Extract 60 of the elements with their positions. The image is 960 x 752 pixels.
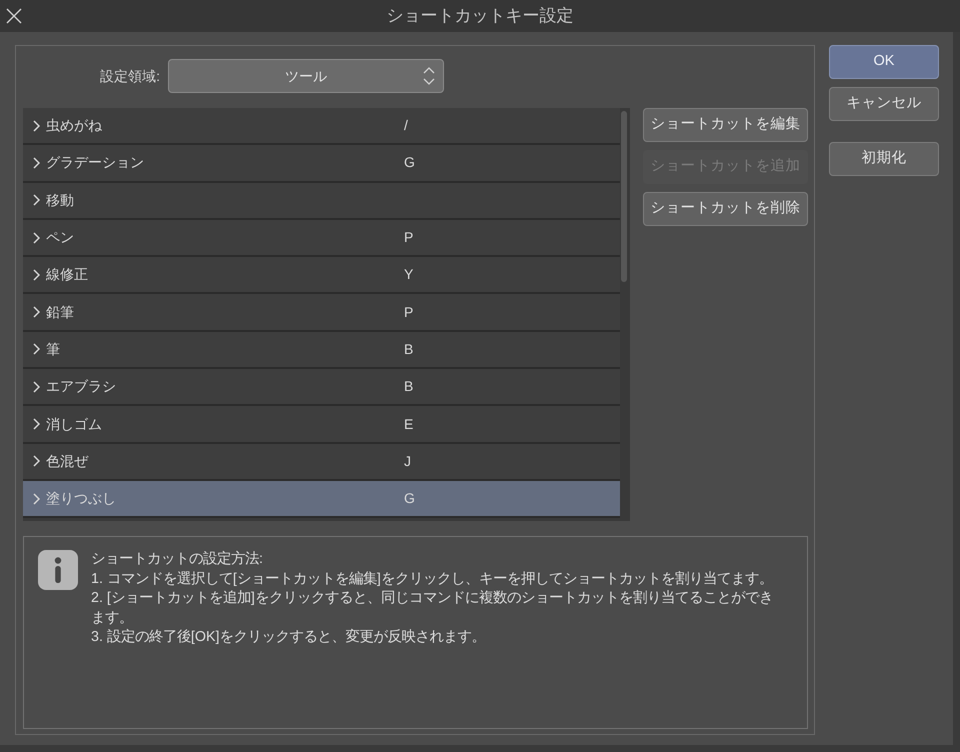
shortcut-action-button[interactable]: ショートカットを削除	[643, 192, 808, 226]
chevron-icon[interactable]	[33, 380, 40, 393]
command-row[interactable]: 色混ぜ J	[23, 444, 620, 481]
shortcut-key: J	[404, 450, 411, 472]
command-name: ペン	[46, 228, 75, 248]
command-row[interactable]: 消しゴム E	[23, 406, 620, 444]
shortcut-key: G	[404, 152, 415, 174]
info-heading: ショートカットの設定方法:	[91, 550, 264, 569]
command-row[interactable]: 虫めがね /	[23, 108, 620, 146]
chevron-icon[interactable]	[33, 194, 40, 206]
command-name: 消しゴム	[46, 414, 103, 434]
window-title: ショートカットキー設定	[386, 6, 574, 26]
close-button[interactable]	[5, 7, 23, 25]
command-name: 移動	[46, 190, 75, 210]
command-row[interactable]: 筆 B	[23, 332, 620, 370]
command-row[interactable]: ペン P	[23, 220, 620, 258]
shortcut-key: B	[404, 376, 414, 398]
ok-button[interactable]: OK	[829, 45, 939, 79]
shortcut-key: E	[404, 414, 414, 435]
info-icon	[38, 550, 78, 590]
command-row[interactable]: 移動	[23, 182, 620, 220]
command-name: グラデーション	[46, 153, 145, 172]
info-step: 3. 設定の終了後[OK]をクリックすると、変更が反映されます。	[91, 628, 781, 648]
chevron-icon[interactable]	[33, 232, 40, 244]
command-row[interactable]: エアブラシ B	[23, 369, 620, 406]
chevron-icon[interactable]	[33, 418, 40, 430]
chevron-icon[interactable]	[33, 120, 40, 132]
reset-button[interactable]: 初期化	[829, 142, 939, 176]
command-name: 塗りつぶし	[46, 489, 117, 508]
settings-area-dropdown[interactable]: ツール	[168, 59, 444, 93]
cancel-button[interactable]: キャンセル	[829, 87, 939, 121]
shortcut-key: P	[404, 302, 414, 323]
chevron-icon[interactable]	[33, 492, 40, 505]
command-row[interactable]: 塗りつぶし G	[23, 480, 620, 518]
command-name: 線修正	[46, 265, 89, 284]
command-name: 鉛筆	[46, 302, 75, 322]
info-step: 1. コマンドを選択して[ショートカットを編集]をクリックし、キーを押してショートカットを割り当てます。	[91, 570, 781, 590]
shortcut-key: /	[404, 115, 408, 136]
close-icon	[6, 8, 22, 24]
command-name: 色混ぜ	[46, 452, 90, 471]
settings-area-label: 設定領域:	[99, 66, 160, 86]
command-name: 虫めがね	[46, 116, 103, 136]
chevron-icon[interactable]	[33, 156, 40, 169]
chevron-icon[interactable]	[33, 268, 40, 281]
up-down-chevron-icon	[423, 67, 435, 85]
chevron-icon[interactable]	[33, 343, 40, 356]
command-row[interactable]: グラデーション G	[23, 145, 620, 183]
shortcut-action-button[interactable]: ショートカットを編集	[643, 108, 808, 142]
chevron-icon[interactable]	[33, 306, 40, 318]
shortcut-key: P	[404, 227, 414, 248]
command-row[interactable]: 鉛筆 P	[23, 294, 620, 332]
command-name: エアブラシ	[46, 377, 117, 396]
command-row[interactable]: 線修正 Y	[23, 257, 620, 294]
shortcut-key: B	[404, 338, 414, 360]
shortcut-key: G	[404, 488, 415, 510]
shortcut-key: Y	[404, 264, 414, 286]
chevron-icon[interactable]	[33, 455, 40, 468]
command-name: 筆	[46, 340, 61, 359]
scrollbar-thumb[interactable]	[621, 111, 627, 282]
info-step: 2. [ショートカットを追加]をクリックすると、同じコマンドに複数のショートカットを割り当てることができます。	[91, 589, 781, 628]
